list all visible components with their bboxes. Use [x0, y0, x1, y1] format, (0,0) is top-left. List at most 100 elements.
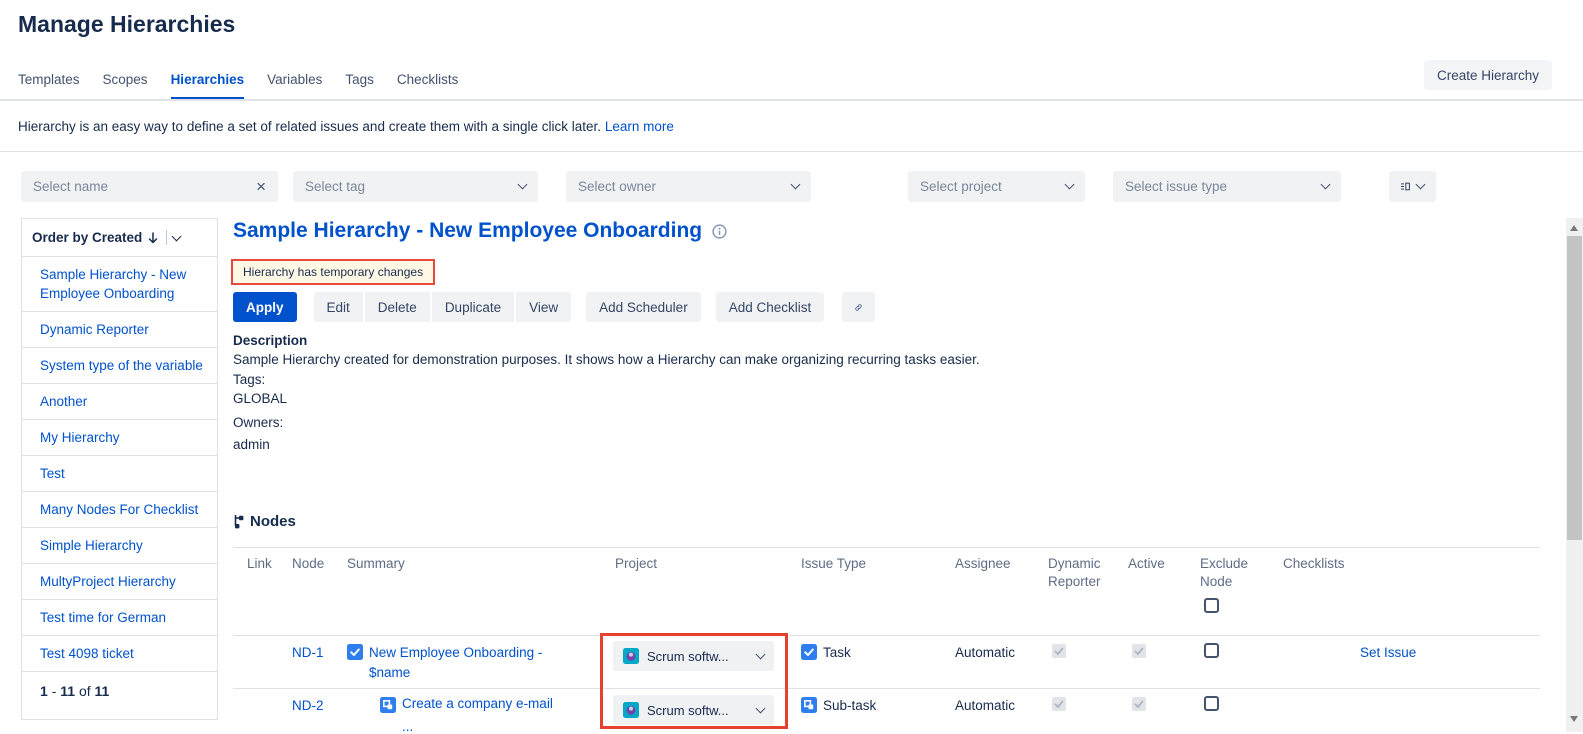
- exclude-all-checkbox[interactable]: [1204, 598, 1219, 613]
- tab-tags[interactable]: Tags: [345, 72, 374, 100]
- link-icon: [855, 299, 862, 316]
- scrollbar-up-arrow[interactable]: [1570, 225, 1578, 231]
- subtask-icon: [380, 697, 396, 713]
- table-border: [233, 688, 1540, 689]
- chevron-down-icon: [518, 180, 528, 190]
- node-id-link[interactable]: ND-1: [292, 645, 324, 660]
- action-button-row: Apply Edit Delete Duplicate View Add Sch…: [233, 292, 875, 322]
- issue-type-filter-select[interactable]: Select issue type: [1113, 171, 1341, 202]
- active-checkbox: [1132, 697, 1146, 711]
- tab-bar: Templates Scopes Hierarchies Variables T…: [18, 72, 458, 100]
- page-title: Manage Hierarchies: [18, 11, 235, 38]
- node-summary-link[interactable]: New Employee Onboarding - $name: [369, 643, 587, 683]
- scrollbar-thumb[interactable]: [1567, 236, 1582, 540]
- list-layout-icon: [1401, 180, 1410, 193]
- tab-scopes[interactable]: Scopes: [103, 72, 148, 100]
- temporary-changes-notice: Hierarchy has temporary changes: [231, 259, 435, 285]
- sidebar-item-hierarchy[interactable]: MultyProject Hierarchy: [22, 564, 217, 600]
- sidebar-item-hierarchy[interactable]: Test time for German: [22, 600, 217, 636]
- edit-button[interactable]: Edit: [314, 292, 363, 322]
- issue-type-filter-placeholder: Select issue type: [1125, 179, 1322, 194]
- name-filter-input[interactable]: [33, 179, 256, 194]
- sidebar-item-hierarchy[interactable]: My Hierarchy: [22, 420, 217, 456]
- col-header-assignee: Assignee: [955, 555, 1011, 573]
- chevron-down-icon: [791, 180, 801, 190]
- col-header-checklists: Checklists: [1283, 555, 1345, 573]
- learn-more-link[interactable]: Learn more: [605, 119, 674, 134]
- table-border: [233, 547, 1540, 548]
- sidebar-item-hierarchy[interactable]: Test 4098 ticket: [22, 636, 217, 672]
- tag-filter-placeholder: Select tag: [305, 179, 519, 194]
- owner-filter-select[interactable]: Select owner: [566, 171, 811, 202]
- clear-icon[interactable]: ×: [256, 178, 266, 195]
- project-select-value: Scrum softw...: [647, 703, 749, 718]
- add-checklist-button[interactable]: Add Checklist: [716, 292, 825, 322]
- divider: [166, 230, 167, 245]
- action-button-group: Edit Delete Duplicate View: [314, 292, 572, 322]
- project-filter-placeholder: Select project: [920, 179, 1066, 194]
- sidebar-item-hierarchy[interactable]: Dynamic Reporter: [22, 312, 217, 348]
- col-header-project: Project: [615, 555, 657, 573]
- chevron-down-icon[interactable]: [172, 231, 182, 241]
- pagination-sep: -: [52, 683, 57, 699]
- apply-button[interactable]: Apply: [233, 292, 297, 322]
- hierarchy-list-sidebar: Order by Created Sample Hierarchy - New …: [21, 218, 218, 720]
- tab-variables[interactable]: Variables: [267, 72, 322, 100]
- col-header-issue-type: Issue Type: [801, 555, 866, 573]
- view-layout-toggle-button[interactable]: [1389, 171, 1436, 202]
- intro-sentence: Hierarchy is an easy way to define a set…: [18, 119, 601, 134]
- active-checkbox: [1132, 644, 1146, 658]
- dynamic-reporter-checkbox: [1052, 697, 1066, 711]
- tab-checklists[interactable]: Checklists: [397, 72, 459, 100]
- pagination-from: 1: [40, 683, 48, 699]
- tab-hierarchies[interactable]: Hierarchies: [171, 72, 245, 100]
- exclude-node-checkbox[interactable]: [1204, 643, 1219, 658]
- project-select[interactable]: Scrum softw...: [613, 641, 774, 671]
- description-label: Description: [233, 333, 307, 348]
- tab-templates[interactable]: Templates: [18, 72, 80, 100]
- info-icon[interactable]: [712, 224, 727, 239]
- sidebar-item-hierarchy[interactable]: Many Nodes For Checklist: [22, 492, 217, 528]
- sidebar-item-hierarchy[interactable]: Another: [22, 384, 217, 420]
- project-select-value: Scrum softw...: [647, 649, 749, 664]
- issue-type-value: Task: [823, 645, 851, 660]
- nodes-section-title: Nodes: [233, 513, 296, 530]
- delete-button[interactable]: Delete: [365, 292, 430, 322]
- hierarchy-title-row: Sample Hierarchy - New Employee Onboardi…: [233, 219, 727, 243]
- chevron-down-icon: [1321, 180, 1331, 190]
- dynamic-reporter-checkbox: [1052, 644, 1066, 658]
- chevron-down-icon: [1416, 180, 1426, 190]
- check-icon: [1134, 647, 1144, 656]
- create-hierarchy-button[interactable]: Create Hierarchy: [1424, 60, 1552, 90]
- assignee-value: Automatic: [955, 698, 1015, 713]
- sidebar-item-hierarchy[interactable]: Sample Hierarchy - New Employee Onboardi…: [22, 257, 217, 312]
- tags-label: Tags:: [233, 372, 265, 387]
- task-icon: [347, 644, 363, 660]
- add-scheduler-button[interactable]: Add Scheduler: [586, 292, 701, 322]
- sidebar-item-hierarchy[interactable]: Test: [22, 456, 217, 492]
- set-issue-link[interactable]: Set Issue: [1360, 645, 1416, 660]
- check-icon: [1054, 700, 1064, 709]
- owner-filter-placeholder: Select owner: [578, 179, 792, 194]
- node-id-link[interactable]: ND-2: [292, 698, 324, 713]
- scrollbar-down-arrow[interactable]: [1570, 716, 1578, 722]
- exclude-node-checkbox[interactable]: [1204, 696, 1219, 711]
- description-text: Sample Hierarchy created for demonstrati…: [233, 352, 980, 367]
- sidebar-item-hierarchy[interactable]: System type of the variable: [22, 348, 217, 384]
- project-select[interactable]: Scrum softw...: [613, 695, 774, 725]
- task-icon: [801, 644, 817, 660]
- project-avatar: [623, 648, 639, 664]
- chevron-down-icon: [756, 649, 766, 659]
- copy-link-button[interactable]: [842, 292, 875, 322]
- tag-filter-select[interactable]: Select tag: [293, 171, 538, 202]
- col-header-active: Active: [1128, 555, 1165, 573]
- order-by-control[interactable]: Order by Created: [22, 219, 217, 257]
- project-filter-select[interactable]: Select project: [908, 171, 1085, 202]
- check-icon: [1054, 647, 1064, 656]
- sidebar-item-hierarchy[interactable]: Simple Hierarchy: [22, 528, 217, 564]
- duplicate-button[interactable]: Duplicate: [432, 292, 514, 322]
- filters-divider: [0, 151, 1583, 152]
- view-button[interactable]: View: [516, 292, 571, 322]
- node-summary-link[interactable]: Create a company e-mail: [402, 696, 620, 711]
- col-header-exclude-node: Exclude Node: [1200, 555, 1264, 591]
